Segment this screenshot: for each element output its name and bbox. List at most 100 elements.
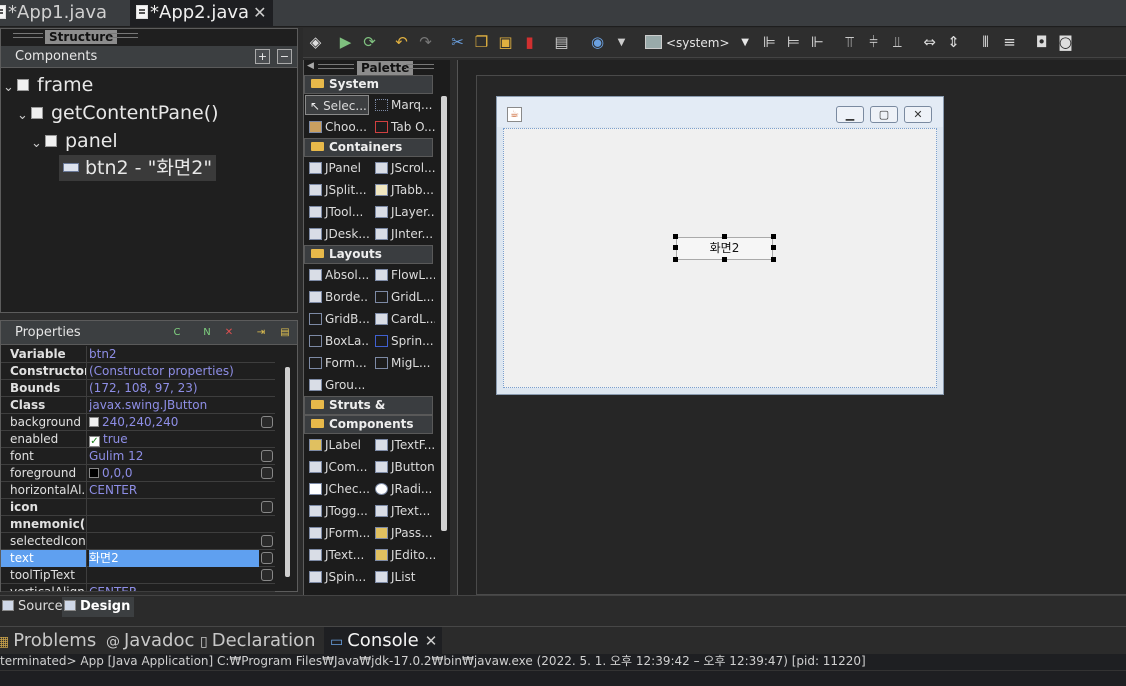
property-value[interactable]: Gulim 12 xyxy=(89,448,259,465)
palette-item-jbutton[interactable]: JButton xyxy=(371,457,435,477)
palette-item-jtogglebutton[interactable]: JTogg... xyxy=(305,501,369,521)
same-height-icon[interactable]: ⇕ xyxy=(945,34,962,51)
edit-property-button[interactable] xyxy=(261,450,273,462)
palette-item-jtextarea[interactable]: JText... xyxy=(371,501,435,521)
resize-handle[interactable] xyxy=(673,257,678,262)
palette-item-flow-layout[interactable]: FlowL... xyxy=(371,265,435,285)
palette-item-spring-layout[interactable]: Sprin... xyxy=(371,331,435,351)
content-pane-preview[interactable]: 화면2 xyxy=(503,128,937,388)
property-value[interactable]: (172, 108, 97, 23) xyxy=(89,380,259,397)
resize-handle[interactable] xyxy=(771,257,776,262)
collapse-left-icon[interactable]: ◀ xyxy=(307,61,314,71)
convert-local-field-icon[interactable]: C xyxy=(169,325,185,341)
palette-item-box-layout[interactable]: BoxLa... xyxy=(305,331,369,351)
property-value[interactable]: 0,0,0 xyxy=(89,465,259,482)
delete-icon[interactable]: ▮ xyxy=(521,34,538,51)
property-value[interactable] xyxy=(89,533,259,550)
palette-item-jsplitpane[interactable]: JSplit... xyxy=(305,180,369,200)
look-and-feel-select[interactable]: <system> ▼ xyxy=(645,34,749,52)
redo-icon[interactable]: ↷ xyxy=(417,34,434,51)
palette-item-group-layout[interactable]: Grou... xyxy=(305,375,369,395)
resize-handle[interactable] xyxy=(771,245,776,250)
palette-category-struts-springs[interactable]: Struts & Springs xyxy=(304,396,433,429)
property-row[interactable]: Constructor (Constructor properties) xyxy=(1,363,275,380)
edit-property-button[interactable] xyxy=(261,535,273,547)
palette-category-containers[interactable]: Containers xyxy=(304,138,433,157)
chevron-down-icon[interactable]: ⌄ xyxy=(31,131,45,157)
align-middle-icon[interactable]: ⫩ xyxy=(865,34,882,51)
edit-property-button[interactable] xyxy=(261,416,273,428)
palette-item-jinternalframe[interactable]: JInter... xyxy=(371,224,435,244)
edit-property-button[interactable] xyxy=(261,569,273,581)
tab-declaration[interactable]: ▯ Declaration xyxy=(200,627,316,655)
property-row[interactable]: horizontalAl... CENTER xyxy=(1,482,275,499)
palette-item-marquee[interactable]: Marq... xyxy=(371,95,435,115)
palette-scrollbar[interactable] xyxy=(441,96,447,531)
align-top-icon[interactable]: ⫪ xyxy=(841,34,858,51)
paste-icon[interactable]: ▣ xyxy=(497,34,514,51)
copy-icon[interactable]: ❐ xyxy=(473,34,490,51)
drag-grip[interactable] xyxy=(406,64,434,69)
chevron-down-icon[interactable]: ⌄ xyxy=(3,75,17,101)
palette-item-tab-order[interactable]: Tab O... xyxy=(371,117,435,137)
property-row[interactable]: mnemonic(... xyxy=(1,516,275,533)
expand-all-icon[interactable]: + xyxy=(255,49,270,64)
tab-source[interactable]: Source xyxy=(0,597,67,617)
palette-item-jpanel[interactable]: JPanel xyxy=(305,158,369,178)
palette-item-jcombobox[interactable]: JCom... xyxy=(305,457,369,477)
same-width-icon[interactable]: ⇔ xyxy=(921,34,938,51)
edit-property-button[interactable] xyxy=(261,467,273,479)
property-value[interactable] xyxy=(89,499,259,516)
property-row-selected[interactable]: text 화면2 xyxy=(1,550,275,567)
jframe-preview[interactable]: ☕ ▁ ▢ ✕ 화면2 xyxy=(496,96,944,395)
property-row[interactable]: icon xyxy=(1,499,275,516)
palette-item-jlist[interactable]: JList xyxy=(371,567,435,587)
drag-grip[interactable] xyxy=(108,33,138,38)
palette-item-jeditorpane[interactable]: JEdito... xyxy=(371,545,435,565)
property-row[interactable]: foreground 0,0,0 xyxy=(1,465,275,482)
palette-item-jformattedtextfield[interactable]: JForm... xyxy=(305,523,369,543)
close-window-icon[interactable]: ✕ xyxy=(904,106,932,123)
tab-design[interactable]: Design xyxy=(62,597,135,617)
palette-item-jspinner[interactable]: JSpin... xyxy=(305,567,369,587)
palette-item-form-layout[interactable]: Form... xyxy=(305,353,369,373)
close-tab-icon[interactable]: ✕ xyxy=(425,632,438,650)
palette-category-components[interactable]: Components xyxy=(304,415,433,434)
palette-item-jpasswordfield[interactable]: JPass... xyxy=(371,523,435,543)
show-advanced-icon[interactable]: N xyxy=(199,325,215,341)
property-value[interactable]: btn2 xyxy=(89,346,259,363)
property-value[interactable] xyxy=(89,567,259,584)
jframe-titlebar[interactable]: ☕ ▁ ▢ ✕ xyxy=(497,97,943,127)
undo-icon[interactable]: ↶ xyxy=(393,34,410,51)
chevron-down-icon[interactable]: ⌄ xyxy=(17,103,31,129)
property-value[interactable]: (Constructor properties) xyxy=(89,363,259,380)
property-row[interactable]: toolTipText xyxy=(1,567,275,584)
tab-javadoc[interactable]: @ Javadoc xyxy=(106,627,194,655)
edit-property-button[interactable] xyxy=(261,501,273,513)
property-row[interactable]: background 240,240,240 xyxy=(1,414,275,431)
property-value[interactable]: CENTER xyxy=(89,584,259,591)
align-bottom-icon[interactable]: ⫫ xyxy=(889,34,906,51)
event-handlers-icon[interactable]: ▤ xyxy=(277,325,293,341)
editor-tab-app1[interactable]: *App1.java xyxy=(0,0,116,27)
preview-icon[interactable]: ▶ xyxy=(337,34,354,51)
property-row[interactable]: enabled ✓ true xyxy=(1,431,275,448)
palette-item-jtextpane[interactable]: JText... xyxy=(305,545,369,565)
resize-handle[interactable] xyxy=(722,234,727,239)
align-left-icon[interactable]: ⊫ xyxy=(761,34,778,51)
palette-item-selection[interactable]: ↖ Selec... xyxy=(305,95,369,115)
chevron-down-icon[interactable]: ▼ xyxy=(741,34,749,52)
minimize-icon[interactable]: ▁ xyxy=(836,106,864,123)
tree-node-btn2[interactable]: btn2 - "화면2" xyxy=(59,155,217,181)
palette-item-jlayeredpane[interactable]: JLayer... xyxy=(371,202,435,222)
align-right-icon[interactable]: ⊩ xyxy=(809,34,826,51)
palette-item-jdesktoppane[interactable]: JDesk... xyxy=(305,224,369,244)
palette-item-jradiobutton[interactable]: JRadi... xyxy=(371,479,435,499)
tab-order-icon[interactable]: ▤ xyxy=(553,34,570,51)
property-value[interactable]: javax.swing.JButton xyxy=(89,397,259,414)
tree-node-frame[interactable]: ⌄ frame xyxy=(3,72,93,101)
editor-tab-app2[interactable]: *App2.java ✕ xyxy=(130,0,273,27)
property-value[interactable]: 화면2 xyxy=(89,550,259,567)
cut-icon[interactable]: ✂ xyxy=(449,34,466,51)
palette-item-card-layout[interactable]: CardL... xyxy=(371,309,435,329)
